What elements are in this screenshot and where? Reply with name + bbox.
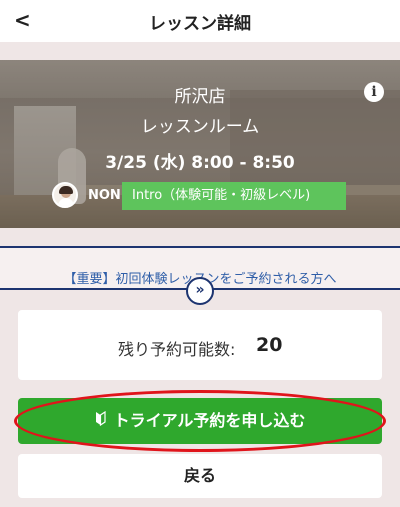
beginner-leaf-icon bbox=[95, 400, 106, 446]
remaining-label: 残り予約可能数: bbox=[118, 340, 236, 359]
instructor-avatar[interactable] bbox=[52, 182, 78, 208]
info-icon[interactable]: i bbox=[364, 82, 384, 102]
trial-reservation-button[interactable]: トライアル予約を申し込む bbox=[18, 398, 382, 444]
level-badge: Intro（体験可能・初級レベル) bbox=[122, 182, 346, 210]
room-name: レッスンルーム bbox=[140, 117, 260, 137]
store-name: 所沢店 bbox=[174, 87, 226, 107]
app-header: < レッスン詳細 bbox=[0, 0, 400, 42]
remaining-count: 20 bbox=[256, 334, 283, 356]
trial-button-label: トライアル予約を申し込む bbox=[113, 411, 306, 430]
expand-chevron-icon[interactable]: » bbox=[186, 277, 214, 305]
lesson-datetime: 3/25 (水) 8:00 - 8:50 bbox=[105, 153, 295, 173]
page-title: レッスン詳細 bbox=[149, 14, 251, 34]
return-button[interactable]: 戻る bbox=[18, 454, 382, 498]
instructor-name: NON bbox=[88, 188, 121, 203]
